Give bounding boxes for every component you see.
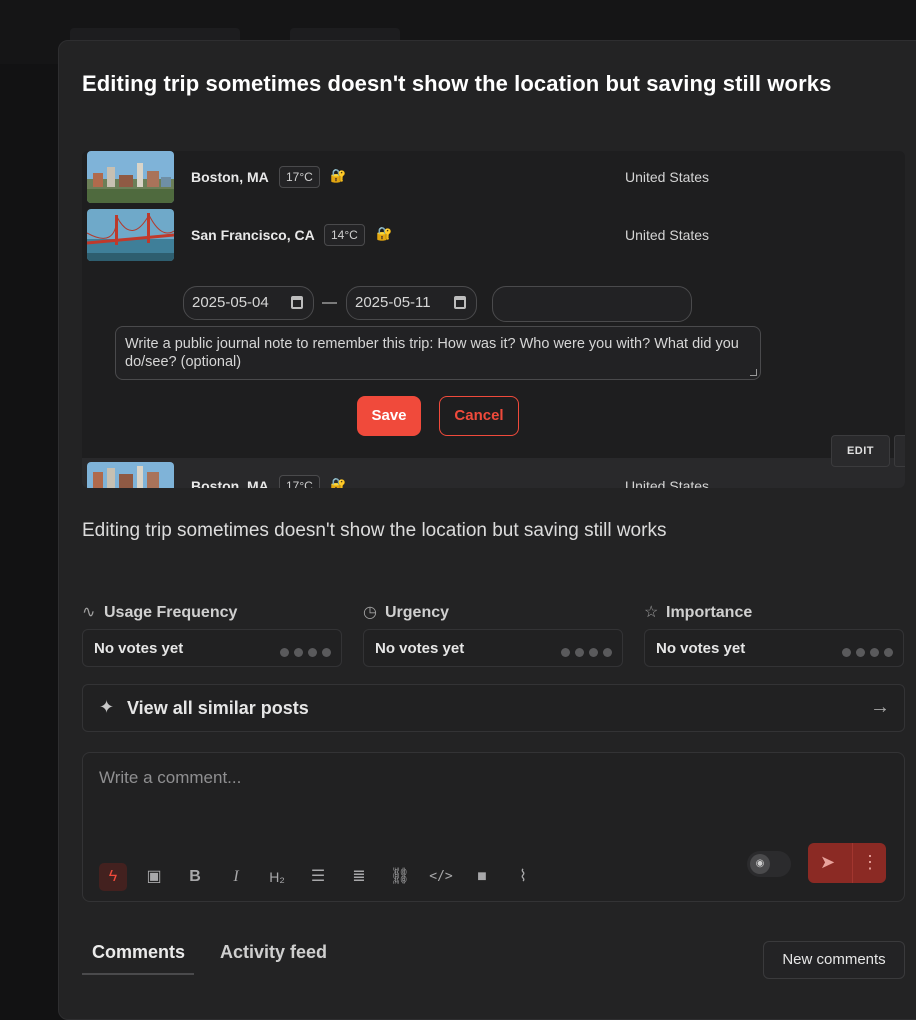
image-icon[interactable]: ▣ — [140, 863, 168, 891]
importance-label: ☆ Importance — [644, 602, 752, 622]
attached-screenshot[interactable]: Boston, MA 17°C 🔐 United States San Fran… — [82, 151, 905, 488]
start-date-input[interactable]: 2025-05-04 — [183, 286, 314, 320]
metric-label-text: Usage Frequency — [104, 604, 238, 621]
vote-status: No votes yet — [656, 640, 746, 657]
eye-icon: ◉ — [750, 854, 770, 874]
lightning-icon[interactable]: ϟ — [99, 863, 127, 891]
heading-icon[interactable]: H₂ — [263, 863, 291, 891]
boston-thumbnail — [87, 151, 174, 203]
lock-icon: 🔐 — [330, 168, 347, 183]
sparkles-icon: ✦ — [99, 697, 115, 717]
numbered-list-icon[interactable]: ≣ — [345, 863, 373, 891]
send-icon[interactable]: ➤ — [820, 852, 835, 873]
journal-note-textarea[interactable]: Write a public journal note to remember … — [115, 326, 761, 380]
trip-country: United States — [625, 227, 710, 243]
rating-dots[interactable] — [556, 644, 612, 662]
vote-status: No votes yet — [94, 640, 184, 657]
rating-dots[interactable] — [275, 644, 331, 662]
similar-posts-label: View all similar posts — [127, 698, 309, 718]
trip-country: United States — [625, 478, 710, 488]
bold-icon[interactable]: B — [181, 863, 209, 891]
post-description: Editing trip sometimes doesn't show the … — [82, 520, 667, 541]
rating-dots[interactable] — [837, 644, 893, 662]
post-title: Editing trip sometimes doesn't show the … — [82, 71, 832, 96]
edit-button[interactable]: EDIT — [831, 435, 890, 467]
usage-frequency-vote[interactable]: No votes yet — [82, 629, 342, 667]
trip-row: San Francisco, CA 14°C 🔐 United States — [82, 209, 905, 265]
activity-icon: ∿ — [82, 604, 96, 621]
trip-city: Boston, MA — [191, 478, 269, 488]
comment-composer[interactable]: Write a comment... ϟ ▣ B I H₂ ☰ ≣ ⛓ </> … — [82, 752, 905, 902]
bullet-list-icon[interactable]: ☰ — [304, 863, 332, 891]
tab-comments[interactable]: Comments — [92, 942, 185, 963]
calendar-icon[interactable] — [454, 296, 466, 309]
view-similar-posts-button[interactable]: ✦ View all similar posts → — [82, 684, 905, 732]
link-icon[interactable]: ⛓ — [386, 863, 414, 891]
importance-vote[interactable]: No votes yet — [644, 629, 904, 667]
video-icon[interactable]: ■ — [468, 863, 496, 891]
active-tab-indicator — [82, 973, 194, 975]
trip-city: San Francisco, CA — [191, 227, 315, 243]
end-date-value: 2025-05-11 — [355, 294, 431, 311]
post-modal: Editing trip sometimes doesn't show the … — [58, 40, 916, 1020]
boston-thumbnail — [87, 462, 174, 488]
start-date-value: 2025-05-04 — [192, 294, 269, 311]
temperature-badge: 17°C — [279, 475, 320, 488]
metric-label-text: Urgency — [385, 604, 450, 621]
attachment-icon[interactable]: ⌇ — [509, 863, 537, 891]
urgency-vote[interactable]: No votes yet — [363, 629, 623, 667]
metric-label-text: Importance — [666, 604, 753, 621]
divider — [852, 843, 853, 883]
new-comments-button[interactable]: New comments — [763, 941, 905, 979]
temperature-badge: 17°C — [279, 166, 320, 188]
comment-input[interactable]: Write a comment... — [99, 768, 241, 788]
save-button[interactable]: Save — [357, 396, 421, 436]
date-separator: — — [322, 294, 337, 311]
arrow-right-icon: → — [870, 696, 890, 718]
temperature-badge: 14°C — [324, 224, 365, 246]
lock-icon: 🔐 — [376, 226, 393, 241]
row-action-button[interactable] — [894, 435, 905, 467]
calendar-icon[interactable] — [291, 296, 303, 309]
end-date-input[interactable]: 2025-05-11 — [346, 286, 477, 320]
code-icon[interactable]: </> — [427, 863, 455, 891]
italic-icon[interactable]: I — [222, 863, 250, 891]
more-vertical-icon[interactable]: ⋮ — [861, 852, 879, 873]
send-button-group[interactable]: ➤ ⋮ — [808, 843, 886, 883]
lock-icon: 🔐 — [330, 477, 347, 488]
vote-status: No votes yet — [375, 640, 465, 657]
star-icon: ☆ — [644, 604, 659, 621]
trip-row: Boston, MA 17°C 🔐 United States — [82, 151, 905, 207]
trip-row-partial: Boston, MA 17°C 🔐 United States — [82, 458, 905, 488]
san-francisco-thumbnail — [87, 209, 174, 261]
location-input[interactable] — [492, 286, 692, 322]
resize-handle-icon[interactable] — [750, 369, 757, 376]
clock-icon: ◷ — [363, 604, 377, 621]
trip-country: United States — [625, 169, 710, 185]
usage-frequency-label: ∿ Usage Frequency — [82, 602, 237, 622]
journal-note-placeholder: Write a public journal note to remember … — [125, 336, 739, 370]
cancel-button[interactable]: Cancel — [439, 396, 519, 436]
tab-activity-feed[interactable]: Activity feed — [220, 942, 327, 963]
trip-city: Boston, MA — [191, 169, 269, 185]
urgency-label: ◷ Urgency — [363, 602, 449, 622]
visibility-toggle[interactable]: ◉ — [747, 851, 791, 877]
